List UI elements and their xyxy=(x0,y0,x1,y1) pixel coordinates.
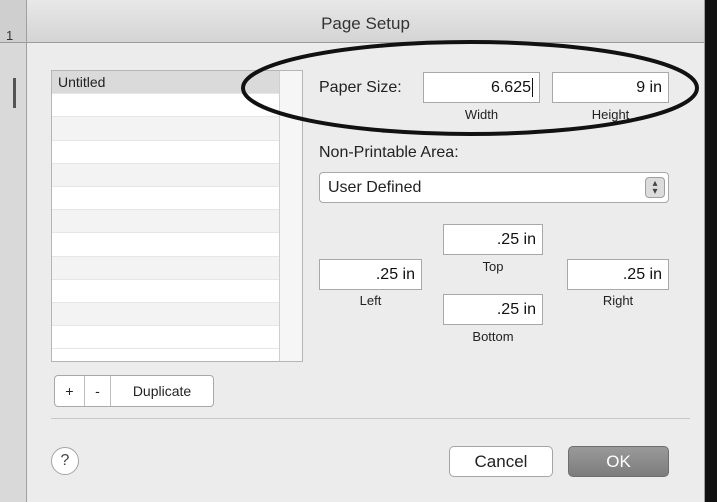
list-item[interactable] xyxy=(52,141,302,164)
chevron-up-down-icon: ▴ ▾ xyxy=(645,177,665,198)
cancel-button[interactable]: Cancel xyxy=(449,446,553,477)
background-window-marker xyxy=(13,78,16,108)
dialog-titlebar: Page Setup xyxy=(27,0,704,43)
list-scrollbar[interactable] xyxy=(279,71,302,361)
margin-left-field[interactable]: .25 in xyxy=(319,259,422,290)
list-item[interactable] xyxy=(52,302,302,327)
width-caption: Width xyxy=(464,107,499,122)
list-item[interactable]: Untitled xyxy=(52,71,302,95)
list-item[interactable] xyxy=(52,117,302,141)
paper-size-list[interactable]: Untitled xyxy=(51,70,303,362)
list-item[interactable] xyxy=(52,94,302,118)
help-button[interactable]: ? xyxy=(51,447,79,475)
margin-top-field[interactable]: .25 in xyxy=(443,224,543,255)
list-edit-controls: + - Duplicate xyxy=(54,375,214,407)
duplicate-button[interactable]: Duplicate xyxy=(111,376,213,406)
left-caption: Left xyxy=(359,293,382,308)
height-caption: Height xyxy=(591,107,630,122)
paper-width-value: 6.625 xyxy=(490,79,531,96)
list-item[interactable] xyxy=(52,280,302,303)
non-printable-selected: User Defined xyxy=(328,179,422,196)
page-setup-dialog: Page Setup Untitled + - Duplicate Paper … xyxy=(26,0,705,502)
background-window-text: 1 xyxy=(6,28,14,43)
paper-size-label: Paper Size: xyxy=(319,79,402,96)
list-item[interactable] xyxy=(52,256,302,280)
remove-button[interactable]: - xyxy=(85,376,111,406)
non-printable-label: Non-Printable Area: xyxy=(319,144,459,161)
divider xyxy=(51,418,690,419)
ok-button[interactable]: OK xyxy=(568,446,669,477)
list-item[interactable] xyxy=(52,163,302,187)
list-item[interactable] xyxy=(52,233,302,257)
list-item[interactable] xyxy=(52,187,302,211)
non-printable-select[interactable]: User Defined ▴ ▾ xyxy=(319,172,669,203)
text-caret xyxy=(532,78,533,98)
list-item[interactable] xyxy=(52,326,302,350)
paper-height-field[interactable]: 9 in xyxy=(552,72,669,103)
list-item[interactable] xyxy=(52,210,302,234)
add-button[interactable]: + xyxy=(55,376,85,406)
screen-edge xyxy=(705,0,717,502)
margin-bottom-field[interactable]: .25 in xyxy=(443,294,543,325)
paper-width-field[interactable]: 6.625 xyxy=(423,72,540,103)
right-caption: Right xyxy=(602,293,634,308)
dialog-title: Page Setup xyxy=(321,14,410,33)
margin-right-field[interactable]: .25 in xyxy=(567,259,669,290)
bottom-caption: Bottom xyxy=(472,329,514,344)
top-caption: Top xyxy=(482,259,504,274)
